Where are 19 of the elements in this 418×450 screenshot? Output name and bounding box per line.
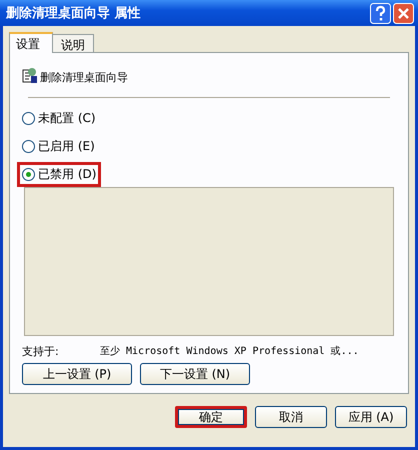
dialog-button[interactable]: 确定	[175, 406, 247, 428]
radio-button[interactable]	[22, 168, 35, 181]
dialog-button[interactable]: 应用 (A)	[335, 406, 407, 428]
supported-value: 至少 Microsoft Windows XP Professional 或...	[100, 344, 359, 359]
radio-button[interactable]	[22, 140, 35, 153]
radio-option[interactable]: 未配置 (C)	[17, 106, 101, 131]
close-icon[interactable]	[393, 2, 414, 24]
tab[interactable]: 设置	[9, 32, 53, 53]
supported-label: 支持于:	[22, 344, 60, 359]
tab[interactable]: 说明	[52, 34, 94, 52]
policy-title: 删除清理桌面向导	[40, 70, 128, 85]
dialog-button[interactable]: 取消	[255, 406, 327, 428]
radio-button[interactable]	[22, 112, 35, 125]
nav-button[interactable]: 下一设置 (N)	[140, 363, 250, 385]
nav-button[interactable]: 上一设置 (P)	[22, 363, 132, 385]
policy-icon	[22, 67, 38, 85]
window-title: 删除清理桌面向导 属性	[6, 5, 142, 22]
help-icon[interactable]	[370, 2, 391, 24]
radio-option[interactable]: 已启用 (E)	[17, 134, 100, 159]
